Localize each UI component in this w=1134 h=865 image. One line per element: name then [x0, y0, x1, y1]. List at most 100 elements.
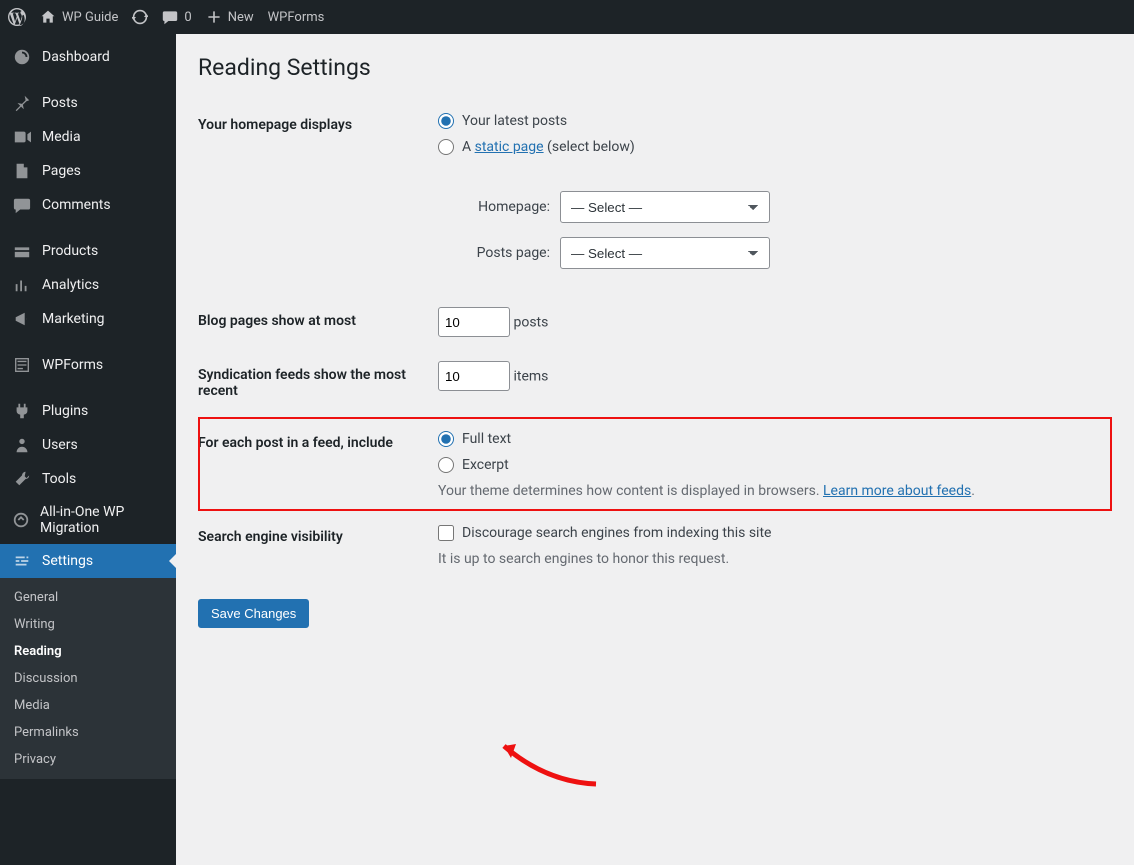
sidebar-item-label: Products: [42, 243, 98, 259]
homepage-select[interactable]: — Select —: [560, 191, 770, 223]
sidebar-item-pages[interactable]: Pages: [0, 154, 176, 188]
sidebar-item-label: Marketing: [42, 311, 105, 327]
sidebar-item-label: All-in-One WP Migration: [40, 504, 166, 536]
sidebar-item-label: Settings: [42, 553, 93, 569]
sidebar-item-label: Dashboard: [42, 49, 110, 65]
wordpress-icon: [8, 8, 26, 26]
comments-count-link[interactable]: 0: [162, 9, 191, 25]
page-icon: [12, 162, 32, 180]
sidebar-item-plugins[interactable]: Plugins: [0, 394, 176, 428]
save-changes-button[interactable]: Save Changes: [198, 599, 309, 628]
plus-icon: [206, 9, 222, 25]
sidebar-item-label: Comments: [42, 197, 111, 213]
sidebar-item-label: Media: [42, 129, 81, 145]
sidebar-item-label: Tools: [42, 471, 76, 487]
sidebar-item-wpforms[interactable]: WPForms: [0, 348, 176, 382]
radio-input[interactable]: [438, 457, 454, 473]
blog-pages-label: Blog pages show at most: [198, 295, 428, 349]
chart-icon: [12, 276, 32, 294]
sidebar-item-comments[interactable]: Comments: [0, 188, 176, 222]
megaphone-icon: [12, 310, 32, 328]
wpforms-topbar-link[interactable]: WPForms: [268, 10, 325, 25]
new-label: New: [228, 10, 254, 25]
plugin-icon: [12, 402, 32, 420]
sidebar-item-label: Pages: [42, 163, 81, 179]
form-icon: [12, 356, 32, 374]
blog-pages-unit: posts: [513, 315, 548, 331]
submenu-writing[interactable]: Writing: [0, 611, 176, 638]
sidebar-item-products[interactable]: Products: [0, 234, 176, 268]
sidebar-item-label: WPForms: [42, 357, 103, 373]
postspage-select-label: Posts page:: [456, 245, 550, 261]
homepage-latest-radio[interactable]: Your latest posts: [438, 113, 1102, 129]
sidebar-item-dashboard[interactable]: Dashboard: [0, 40, 176, 74]
checkbox-input[interactable]: [438, 525, 454, 541]
submenu-permalinks[interactable]: Permalinks: [0, 719, 176, 746]
checkbox-label: Discourage search engines from indexing …: [462, 525, 771, 541]
feed-excerpt-radio[interactable]: Excerpt: [438, 457, 1102, 473]
page-title: Reading Settings: [198, 44, 1112, 99]
radio-input[interactable]: [438, 431, 454, 447]
media-icon: [12, 128, 32, 146]
radio-input[interactable]: [438, 139, 454, 155]
search-visibility-help: It is up to search engines to honor this…: [438, 551, 1102, 567]
annotation-arrow-icon: [486, 734, 606, 794]
feed-include-label: For each post in a feed, include: [198, 417, 428, 511]
learn-more-feeds-link[interactable]: Learn more about feeds: [823, 483, 971, 499]
main-content: Reading Settings Your homepage displays …: [176, 34, 1134, 865]
settings-submenu: General Writing Reading Discussion Media…: [0, 578, 176, 779]
feed-help-text: Your theme determines how content is dis…: [438, 483, 1102, 499]
sidebar-item-analytics[interactable]: Analytics: [0, 268, 176, 302]
sidebar-item-migration[interactable]: All-in-One WP Migration: [0, 496, 176, 544]
admin-bar: WP Guide 0 New WPForms: [0, 0, 1134, 34]
homepage-static-radio[interactable]: A static page (select below): [438, 139, 1102, 155]
sidebar-item-label: Analytics: [42, 277, 99, 293]
sidebar-item-settings[interactable]: Settings: [0, 544, 176, 578]
sidebar-item-label: Users: [42, 437, 78, 453]
site-name-link[interactable]: WP Guide: [40, 9, 118, 25]
sidebar-item-users[interactable]: Users: [0, 428, 176, 462]
admin-sidebar: Dashboard Posts Media Pages Comments Pro…: [0, 34, 176, 865]
sidebar-item-marketing[interactable]: Marketing: [0, 302, 176, 336]
feed-include-highlighted-row: For each post in a feed, include Full te…: [198, 417, 1112, 511]
postspage-select[interactable]: — Select —: [560, 237, 770, 269]
comment-icon: [162, 9, 178, 25]
submenu-reading[interactable]: Reading: [0, 638, 176, 665]
feed-fulltext-radio[interactable]: Full text: [438, 431, 1102, 447]
sliders-icon: [12, 552, 32, 570]
pin-icon: [12, 94, 32, 112]
submenu-media[interactable]: Media: [0, 692, 176, 719]
submenu-privacy[interactable]: Privacy: [0, 746, 176, 773]
search-visibility-label: Search engine visibility: [198, 511, 428, 579]
homepage-select-label: Homepage:: [456, 199, 550, 215]
wpforms-topbar-label: WPForms: [268, 10, 325, 25]
submenu-general[interactable]: General: [0, 584, 176, 611]
home-icon: [40, 9, 56, 25]
sidebar-item-label: Posts: [42, 95, 78, 111]
blog-pages-input[interactable]: [438, 307, 510, 337]
radio-label: Full text: [462, 431, 511, 447]
static-page-link[interactable]: static page: [475, 139, 544, 155]
submenu-discussion[interactable]: Discussion: [0, 665, 176, 692]
sidebar-item-posts[interactable]: Posts: [0, 86, 176, 120]
sidebar-item-label: Plugins: [42, 403, 88, 419]
migration-icon: [12, 511, 30, 529]
wp-logo[interactable]: [8, 8, 26, 26]
site-name-label: WP Guide: [62, 10, 118, 25]
sidebar-item-tools[interactable]: Tools: [0, 462, 176, 496]
syndication-input[interactable]: [438, 361, 510, 391]
discourage-checkbox[interactable]: Discourage search engines from indexing …: [438, 525, 1102, 541]
syndication-unit: items: [513, 369, 548, 385]
comments-count-label: 0: [184, 10, 191, 25]
radio-input[interactable]: [438, 113, 454, 129]
wrench-icon: [12, 470, 32, 488]
refresh-icon: [132, 9, 148, 25]
products-icon: [12, 242, 32, 260]
new-content-link[interactable]: New: [206, 9, 254, 25]
radio-label: A static page (select below): [462, 139, 635, 155]
updates-link[interactable]: [132, 9, 148, 25]
syndication-label: Syndication feeds show the most recent: [198, 349, 428, 417]
sidebar-item-media[interactable]: Media: [0, 120, 176, 154]
radio-label: Your latest posts: [462, 113, 567, 129]
homepage-displays-label: Your homepage displays: [198, 99, 428, 295]
